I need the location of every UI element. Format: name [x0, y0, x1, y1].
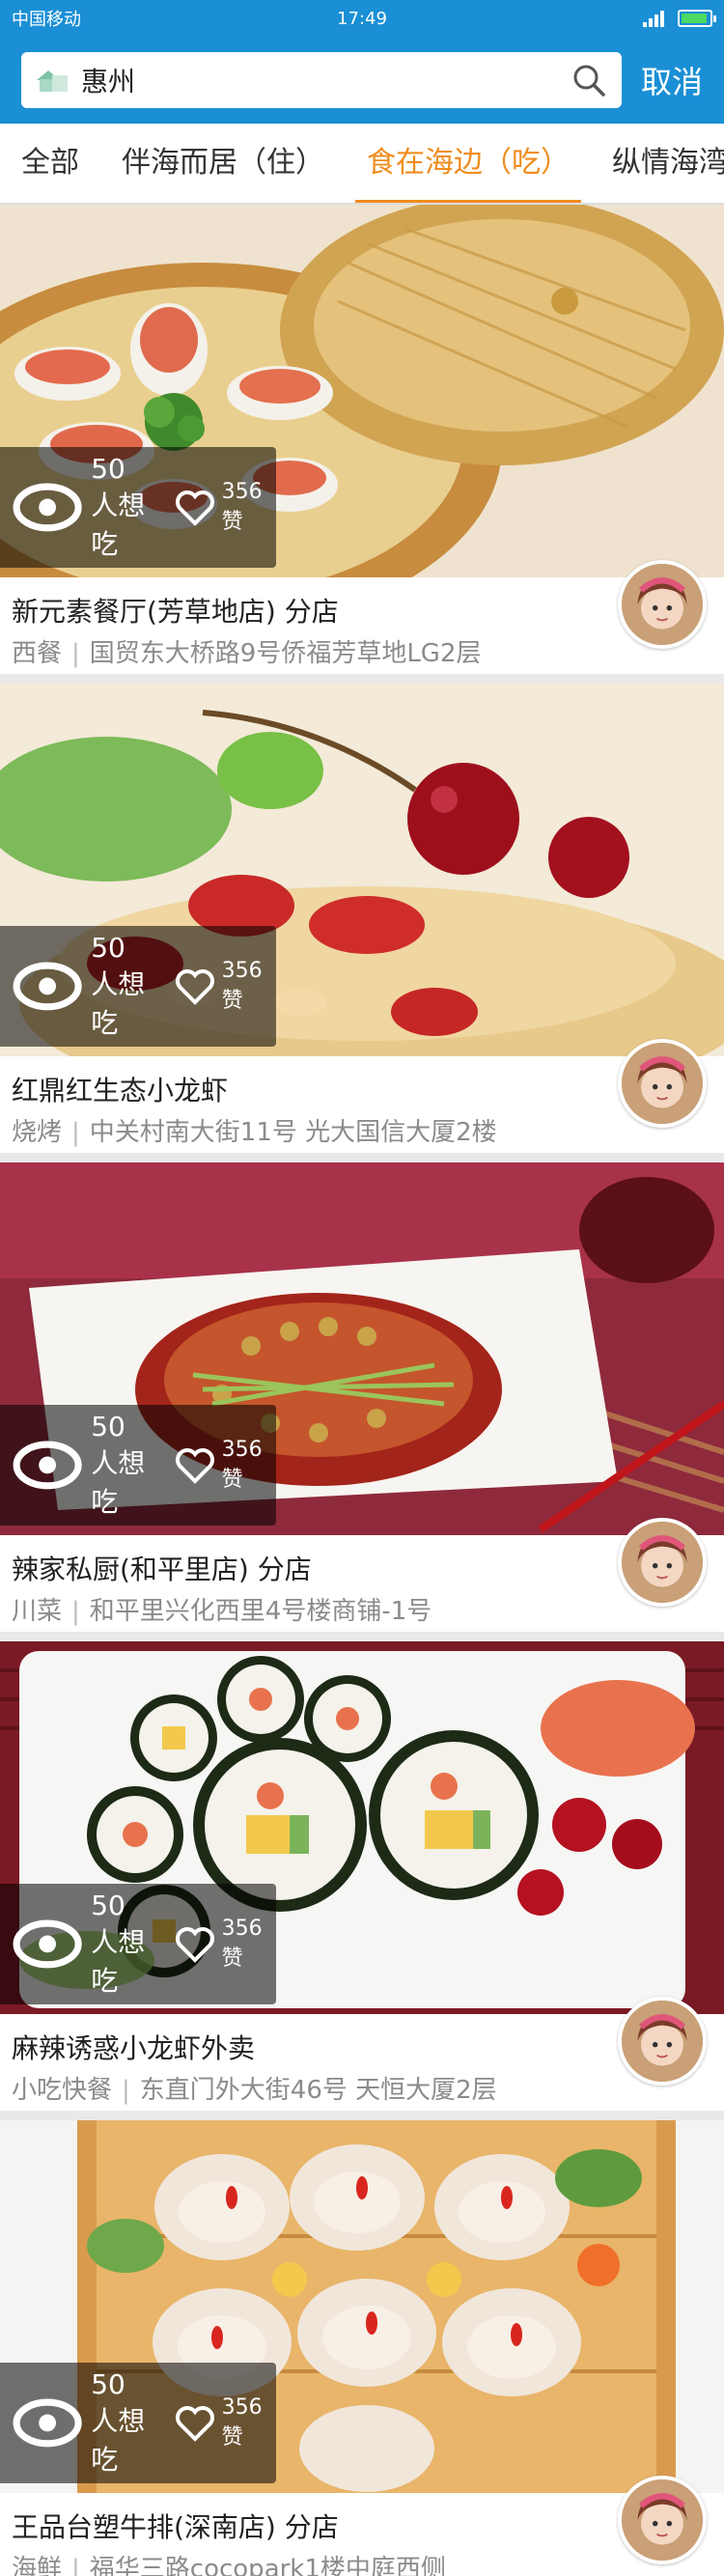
battery-icon — [678, 10, 716, 27]
search-icon[interactable] — [570, 61, 608, 99]
like-count: 356赞 — [221, 1917, 263, 1971]
signal-icon — [643, 10, 664, 27]
restaurant-card[interactable]: 50人想吃 356赞 王品台塑牛排(深南店) 分店 海鲜 | 福华三路cocopar… — [0, 2120, 724, 2576]
stats-overlay: 50人想吃 356赞 — [0, 447, 276, 568]
like-count: 356赞 — [221, 1438, 263, 1492]
eye-icon — [13, 2398, 82, 2448]
restaurant-category: 烧烤 — [12, 1118, 63, 1147]
restaurant-address: 和平里兴化西里4号楼商铺-1号 — [89, 1597, 432, 1626]
search-header: 取消 — [0, 37, 724, 124]
tab-play[interactable]: 纵情海湾 — [591, 124, 724, 203]
card-info: 辣家私厨(和平里店) 分店 川菜 | 和平里兴化西里4号楼商铺-1号 — [0, 1518, 724, 1632]
eye-icon — [13, 1441, 82, 1490]
heart-icon[interactable] — [174, 489, 216, 527]
restaurant-meta: 海鲜 | 福华三路cocopark1楼中庭西侧 — [12, 2549, 712, 2576]
stats-overlay: 50人想吃 356赞 — [0, 1884, 276, 2004]
want-count: 50人想吃 — [91, 1890, 146, 1997]
card-info: 新元素餐厅(芳草地店) 分店 西餐 | 国贸东大桥路9号侨福芳草地LG2层 — [0, 560, 724, 674]
status-icons — [643, 10, 716, 27]
restaurant-name: 新元素餐厅(芳草地店) 分店 — [12, 596, 339, 628]
search-box[interactable] — [21, 52, 622, 108]
avatar[interactable] — [618, 1997, 707, 2086]
card-info: 麻辣诱惑小龙虾外卖 小吃快餐 | 东直门外大街46号 天恒大厦2层 — [0, 1997, 724, 2111]
stats-overlay: 50人想吃 356赞 — [0, 1405, 276, 1526]
food-photo: 50人想吃 356赞 — [0, 2120, 724, 2493]
heart-icon[interactable] — [174, 967, 216, 1006]
avatar[interactable] — [618, 1518, 707, 1607]
want-count: 50人想吃 — [91, 932, 146, 1039]
restaurant-address: 东直门外大街46号 天恒大厦2层 — [139, 2076, 497, 2105]
tab-eat[interactable]: 食在海边（吃） — [346, 124, 591, 203]
heart-icon[interactable] — [174, 1925, 216, 1964]
heart-icon[interactable] — [174, 1446, 216, 1485]
want-count: 50人想吃 — [91, 453, 146, 560]
want-count: 50人想吃 — [91, 2368, 146, 2476]
category-tabs: 全部 伴海而居（住） 食在海边（吃） 纵情海湾 — [0, 124, 724, 205]
like-count: 356赞 — [221, 959, 263, 1013]
food-photo: 50人想吃 356赞 — [0, 684, 724, 1056]
food-photo: 50人想吃 356赞 — [0, 1162, 724, 1535]
tab-stay[interactable]: 伴海而居（住） — [100, 124, 346, 203]
divider: | — [122, 2076, 130, 2105]
restaurant-name: 麻辣诱惑小龙虾外卖 — [12, 2032, 256, 2064]
restaurant-card[interactable]: 50人想吃 356赞 新元素餐厅(芳草地店) 分店 西餐 | 国贸东大桥路9号侨福芳… — [0, 205, 724, 674]
food-photo: 50人想吃 356赞 — [0, 205, 724, 577]
restaurant-address: 国贸东大桥路9号侨福芳草地LG2层 — [89, 639, 482, 668]
divider: | — [71, 1597, 80, 1626]
house-icon — [37, 70, 68, 92]
restaurant-list: 50人想吃 356赞 新元素餐厅(芳草地店) 分店 西餐 | 国贸东大桥路9号侨福芳… — [0, 205, 724, 2576]
restaurant-name: 王品台塑牛排(深南店) 分店 — [12, 2511, 339, 2543]
eye-icon — [13, 1919, 82, 1969]
like-count: 356赞 — [221, 480, 263, 534]
restaurant-meta: 烧烤 | 中关村南大街11号 光大国信大厦2楼 — [12, 1112, 712, 1148]
like-count: 356赞 — [221, 2395, 263, 2450]
eye-icon — [13, 962, 82, 1011]
avatar[interactable] — [618, 560, 707, 649]
divider: | — [71, 1118, 80, 1147]
restaurant-card[interactable]: 50人想吃 356赞 红鼎红生态小龙虾 烧烤 | 中关村南大街11号 光大国信大厦2… — [0, 684, 724, 1153]
heart-icon[interactable] — [174, 2404, 216, 2443]
restaurant-address: 福华三路cocopark1楼中庭西侧 — [89, 2555, 446, 2576]
cancel-button[interactable]: 取消 — [641, 58, 703, 102]
tab-all[interactable]: 全部 — [0, 124, 100, 203]
clock: 17:49 — [337, 8, 387, 29]
restaurant-card[interactable]: 50人想吃 356赞 麻辣诱惑小龙虾外卖 小吃快餐 | 东直门外大街46号 天恒大厦… — [0, 1641, 724, 2111]
avatar[interactable] — [618, 1039, 707, 1128]
card-info: 红鼎红生态小龙虾 烧烤 | 中关村南大街11号 光大国信大厦2楼 — [0, 1039, 724, 1153]
stats-overlay: 50人想吃 356赞 — [0, 2363, 276, 2483]
restaurant-name: 辣家私厨(和平里店) 分店 — [12, 1554, 312, 1585]
divider: | — [71, 2555, 80, 2576]
restaurant-card[interactable]: 50人想吃 356赞 辣家私厨(和平里店) 分店 川菜 | 和平里兴化西里4号楼商铺… — [0, 1162, 724, 1632]
restaurant-category: 海鲜 — [12, 2555, 63, 2576]
restaurant-meta: 西餐 | 国贸东大桥路9号侨福芳草地LG2层 — [12, 633, 712, 669]
card-info: 王品台塑牛排(深南店) 分店 海鲜 | 福华三路cocopark1楼中庭西侧 — [0, 2476, 724, 2576]
search-input[interactable] — [81, 64, 558, 97]
restaurant-meta: 小吃快餐 | 东直门外大街46号 天恒大厦2层 — [12, 2070, 712, 2106]
restaurant-category: 西餐 — [12, 639, 63, 668]
food-photo: 50人想吃 356赞 — [0, 1641, 724, 2014]
restaurant-name: 红鼎红生态小龙虾 — [12, 1075, 229, 1106]
stats-overlay: 50人想吃 356赞 — [0, 926, 276, 1047]
restaurant-category: 小吃快餐 — [12, 2076, 113, 2105]
status-bar: 中国移动 17:49 — [0, 0, 724, 37]
eye-icon — [13, 483, 82, 532]
restaurant-meta: 川菜 | 和平里兴化西里4号楼商铺-1号 — [12, 1591, 712, 1627]
want-count: 50人想吃 — [91, 1411, 146, 1518]
avatar[interactable] — [618, 2476, 707, 2564]
restaurant-category: 川菜 — [12, 1597, 63, 1626]
restaurant-address: 中关村南大街11号 光大国信大厦2楼 — [89, 1118, 497, 1147]
carrier-label: 中国移动 — [12, 10, 81, 30]
divider: | — [71, 639, 80, 668]
